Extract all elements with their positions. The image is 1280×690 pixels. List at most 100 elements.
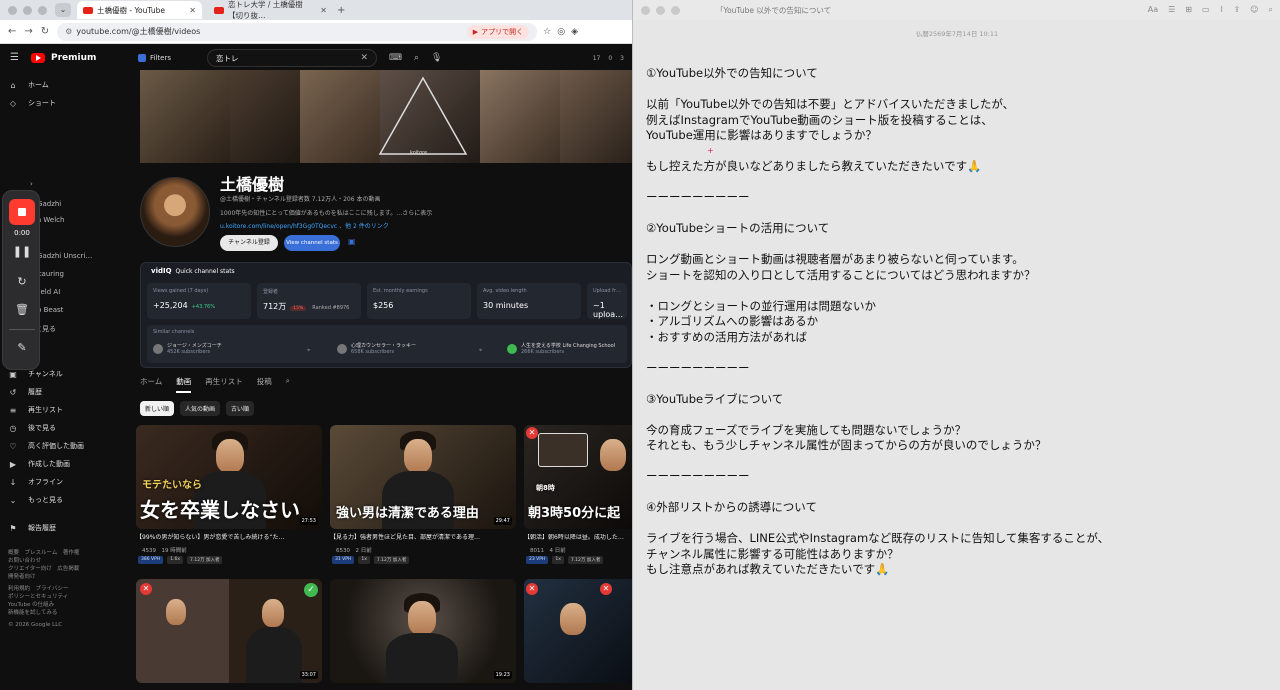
note-body[interactable]: ①YouTube以外での告知について 以前「YouTube以外での告知は不要」とア… <box>646 66 1266 578</box>
sidebar-item-home[interactable]: ⌂ ホーム <box>8 80 48 90</box>
open-in-app-button[interactable]: ▶ アプリで開く <box>466 24 530 39</box>
window-zoom-button[interactable] <box>38 5 47 15</box>
sidebar-item-watch-later[interactable]: ◷ 後で見る <box>8 423 57 433</box>
similar-channel[interactable]: 心理カウンセラー・ラッキー 658K subscribers <box>337 343 416 355</box>
restart-icon[interactable]: ↻ <box>3 275 41 288</box>
channel-description[interactable]: 1000年先の知性にとって価値があるものを私はここに残します。…さらに表示 <box>220 208 432 217</box>
reload-icon[interactable]: ↻ <box>41 26 49 37</box>
subscribe-button[interactable]: チャンネル登録 <box>220 235 278 251</box>
footer-links[interactable]: 新機能を試してみる <box>8 609 118 617</box>
window-minimize-button[interactable] <box>656 5 665 15</box>
tab-koitore[interactable]: 恋トレ大学 / 土橋優樹【切り抜… ✕ <box>208 0 333 20</box>
window-minimize-button[interactable] <box>23 5 32 15</box>
sidebar-item-liked[interactable]: ♡ 高く評価した動画 <box>8 441 84 451</box>
bookmark-star-icon[interactable]: ☆ <box>543 27 551 37</box>
video-thumbnail[interactable]: ✕ ✓ 33:07 <box>136 579 322 683</box>
sidebar-item-playlists[interactable]: ≡ 再生リスト <box>8 405 63 415</box>
menu-icon[interactable]: ☰ <box>10 52 19 63</box>
tab-home[interactable]: ホーム <box>140 376 162 393</box>
video-thumbnail[interactable]: 強い男は清潔である理由 29:47 <box>330 425 516 529</box>
tab-posts[interactable]: 投稿 <box>257 376 272 393</box>
sidebar-item-more[interactable]: ⌄ もっと見る <box>8 495 63 505</box>
subscriptions-header[interactable]: › <box>30 180 33 188</box>
video-title[interactable]: 【99%の男が知らない】男が恋愛で苦しみ続ける“た… <box>136 534 322 542</box>
extension-icon[interactable]: ◈ <box>571 27 578 37</box>
pen-icon[interactable]: ✎ <box>3 341 41 354</box>
stop-recording-button[interactable] <box>9 199 35 225</box>
text-format-icon[interactable]: Aa <box>1148 5 1158 15</box>
tab-videos[interactable]: 動画 <box>176 376 192 393</box>
tab-youtube[interactable]: 土橋優樹 - YouTube ✕ <box>77 1 202 19</box>
trash-icon[interactable]: 🗑 <box>3 303 41 316</box>
video-title[interactable]: 【朝活】朝6時以降は昼。成功した… <box>524 534 632 542</box>
video-thumbnail[interactable]: ✕ ✕ <box>524 579 632 683</box>
share-icon[interactable]: ⇪ <box>1233 5 1240 15</box>
footer-links[interactable]: クリエイター向け 広告掲載 <box>8 565 118 573</box>
note-line <box>646 516 1266 532</box>
pause-icon[interactable]: ❚❚ <box>3 245 41 258</box>
site-info-icon[interactable]: ⚙ <box>65 27 72 36</box>
remove-badge-icon[interactable]: ✕ <box>526 583 538 595</box>
search-icon[interactable]: ⌕ <box>1269 5 1273 15</box>
similar-channel[interactable]: ジョージ・メンズコーチ 452K subscribers <box>153 343 222 355</box>
check-badge-icon[interactable]: ✓ <box>304 583 318 597</box>
search-icon[interactable]: ⌕ <box>414 53 419 63</box>
search-icon[interactable]: ⌕ <box>286 376 290 393</box>
sidebar-item-offline[interactable]: ↓ オフライン <box>8 477 63 487</box>
window-zoom-button[interactable] <box>671 5 680 15</box>
extension-icon[interactable]: ◎ <box>557 27 565 37</box>
url-field[interactable]: ⚙ youtube.com/@土橋優樹/videos ▶ アプリで開く <box>57 22 538 41</box>
video-thumbnail[interactable]: 朝8時 朝3時50分に起 ✕ <box>524 425 632 529</box>
tab-list-button[interactable]: ⌄ <box>55 3 71 17</box>
close-tab-icon[interactable]: ✕ <box>189 6 196 15</box>
forward-icon[interactable]: → <box>24 26 32 37</box>
footer-links[interactable]: YouTube の仕組み <box>8 601 118 609</box>
youtube-logo[interactable]: ☰ Premium <box>10 52 96 63</box>
sidebar-item-history[interactable]: ↺ 履歴 <box>8 387 42 397</box>
notification-count[interactable]: 0 <box>608 55 612 62</box>
view-channel-stats-button[interactable]: View channel stats <box>284 235 340 251</box>
close-tab-icon[interactable]: ✕ <box>320 6 327 15</box>
checklist-icon[interactable]: ☰ <box>1168 5 1175 15</box>
chip-popular[interactable]: 人気の動画 <box>180 401 221 416</box>
table-icon[interactable]: ⊞ <box>1185 5 1192 15</box>
similar-channel[interactable]: 人生を変える学校 Life Changing School 266K subscr… <box>507 343 615 355</box>
vidiq-icon[interactable]: ▣ <box>348 237 356 246</box>
remove-badge-icon[interactable]: ✕ <box>600 583 612 595</box>
sidebar-item-report-history[interactable]: ⚑ 報告履歴 <box>8 523 56 533</box>
filters-button[interactable]: Filters <box>138 54 171 62</box>
channel-link[interactable]: u.koitore.com/line/open/hf3Gg0TQecvc 、他 … <box>220 221 389 230</box>
channel-avatar[interactable] <box>140 177 210 247</box>
footer-links[interactable]: お問い合わせ <box>8 557 118 565</box>
attachment-icon[interactable]: ⌇ <box>1220 5 1224 15</box>
footer-links[interactable]: 開発者向け <box>8 573 118 581</box>
pin-icon[interactable]: ⌖ <box>479 347 482 355</box>
microphone-icon[interactable]: 🎙 <box>431 53 442 63</box>
window-close-button[interactable] <box>641 5 650 15</box>
footer-links[interactable]: 概要 プレスルーム 著作権 <box>8 549 118 557</box>
back-icon[interactable]: ← <box>8 26 16 37</box>
video-thumbnail[interactable]: 19:23 <box>330 579 516 683</box>
create-count[interactable]: 17 <box>593 55 601 62</box>
extension-count[interactable]: 3 <box>620 55 624 62</box>
sidebar-item-channel[interactable]: ▣ チャンネル <box>8 369 63 379</box>
tab-playlists[interactable]: 再生リスト <box>205 376 243 393</box>
remove-badge-icon[interactable]: ✕ <box>140 583 152 595</box>
footer-links[interactable]: 利用規約 プライバシー <box>8 585 118 593</box>
window-close-button[interactable] <box>8 5 17 15</box>
new-tab-button[interactable]: + <box>337 5 345 16</box>
footer-links[interactable]: ポリシーとセキュリティ <box>8 593 118 601</box>
chip-newest[interactable]: 新しい順 <box>140 401 175 416</box>
search-input[interactable]: 恋トレ ✕ <box>206 49 377 67</box>
collaborate-icon[interactable]: ☺ <box>1250 5 1258 15</box>
pin-icon[interactable]: ⌖ <box>307 347 310 355</box>
media-icon[interactable]: ▭ <box>1202 5 1210 15</box>
keyboard-icon[interactable]: ⌨ <box>389 53 402 63</box>
video-title[interactable]: 【見る力】強者男性ほど見た目、部屋が清潔である理… <box>330 534 516 542</box>
chip-oldest[interactable]: 古い順 <box>226 401 255 416</box>
remove-badge-icon[interactable]: ✕ <box>526 427 538 439</box>
clear-search-icon[interactable]: ✕ <box>360 53 368 63</box>
video-thumbnail[interactable]: モテたいなら 女を卒業しなさい 27:53 <box>136 425 322 529</box>
sidebar-item-shorts[interactable]: ◇ ショート <box>8 98 56 108</box>
sidebar-item-your-videos[interactable]: ▶ 作成した動画 <box>8 459 70 469</box>
